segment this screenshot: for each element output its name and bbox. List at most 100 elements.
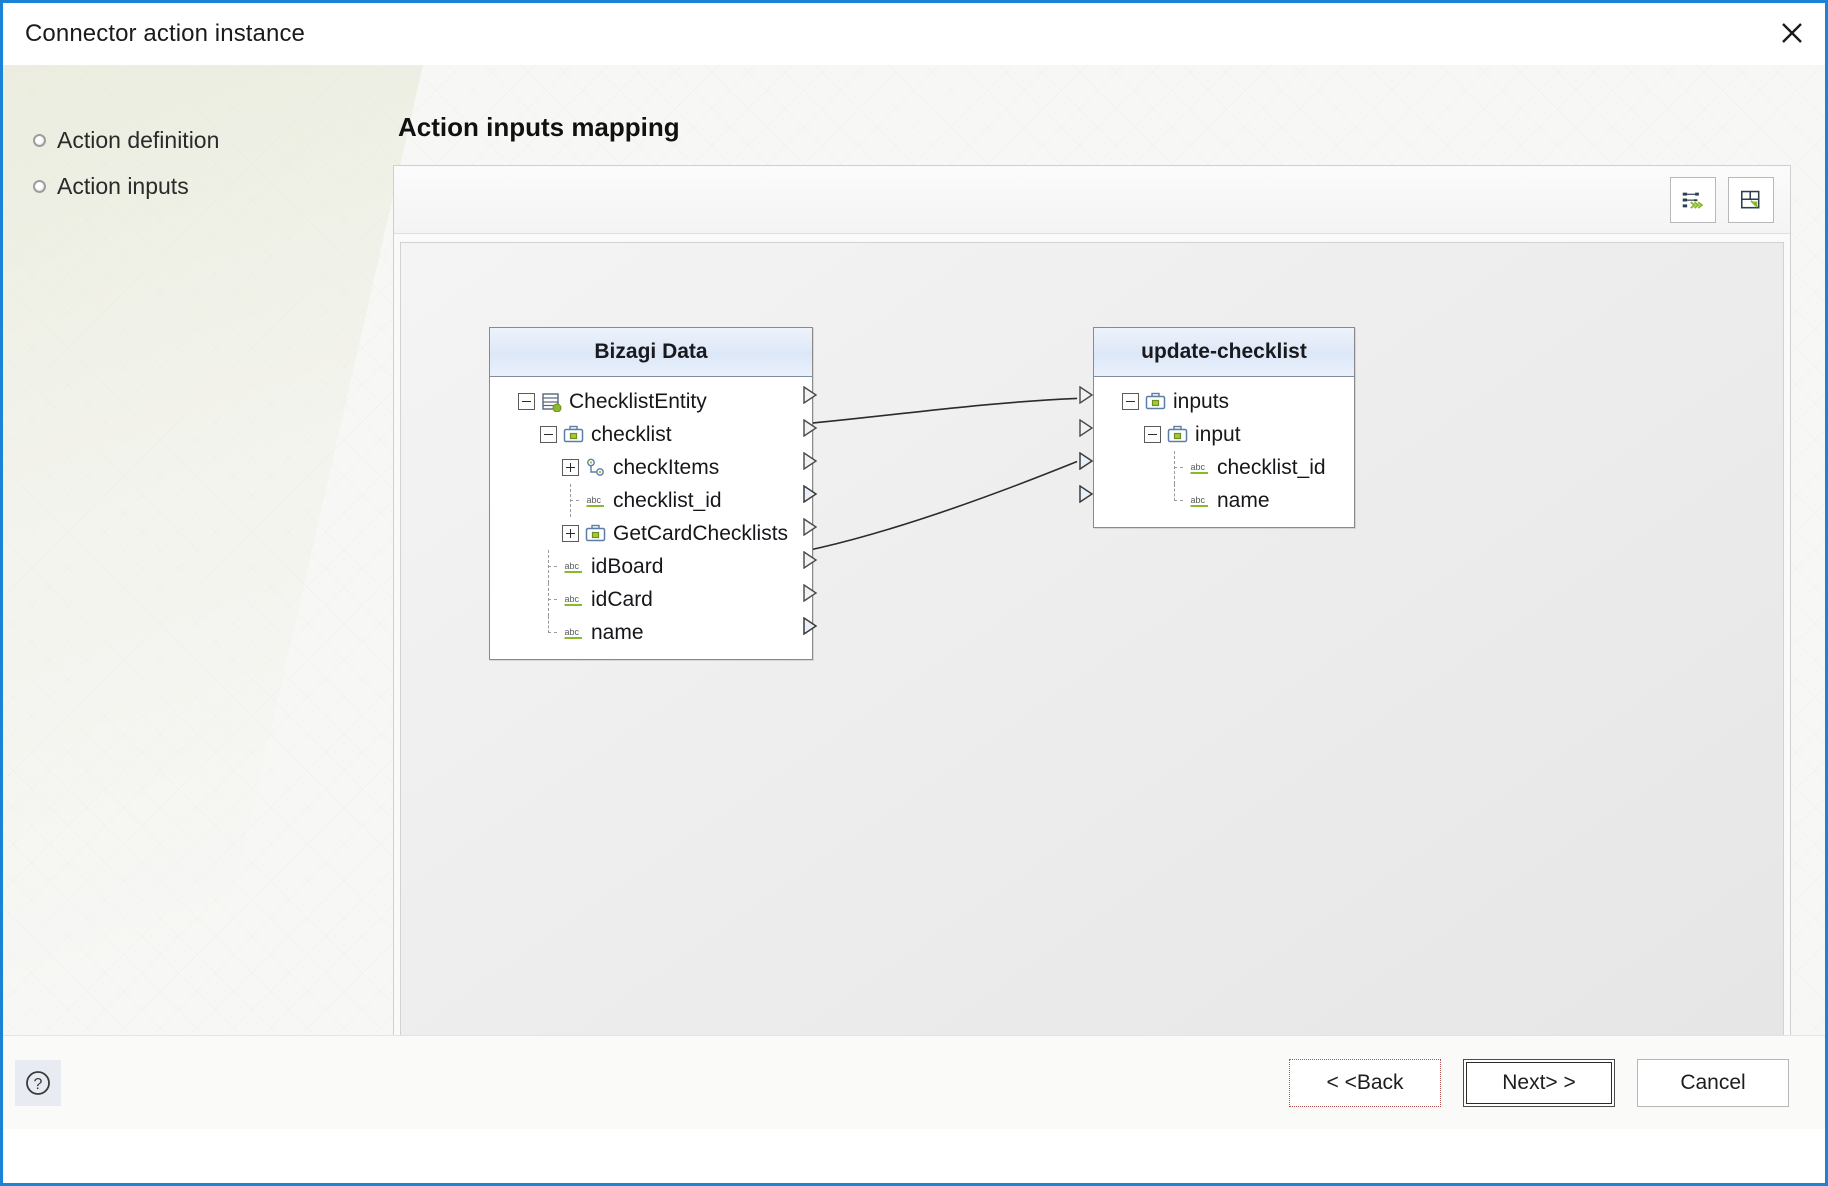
window-titlebar: Connector action instance [3, 3, 1825, 65]
tree-guide [1166, 484, 1183, 517]
arrange-layout-button[interactable] [1728, 176, 1774, 223]
collection-icon [1167, 425, 1188, 442]
connector-action-instance-window: Connector action instance Action definit… [0, 0, 1828, 1186]
close-icon[interactable] [1759, 3, 1825, 62]
source-port-checklist[interactable] [802, 418, 818, 442]
tree-row-input[interactable]: input [1094, 418, 1354, 451]
target-port-checklist-id[interactable] [1078, 451, 1094, 475]
tree-row-label: checkItems [613, 455, 720, 479]
tree-row-label: name [591, 620, 644, 644]
tree-row-label: checklist_id [613, 488, 722, 512]
svg-text:abc: abc [1191, 462, 1206, 472]
source-port-checklistentity[interactable] [802, 385, 818, 409]
collection-icon [1145, 392, 1166, 409]
collection-icon [585, 524, 606, 541]
window-title: Connector action instance [25, 20, 305, 47]
collection-icon [563, 425, 584, 442]
tree-guide [540, 550, 557, 583]
tree-row-idcard[interactable]: abc idCard [490, 583, 812, 616]
source-port-idboard[interactable] [802, 550, 818, 574]
cancel-button[interactable]: Cancel [1637, 1058, 1789, 1107]
tree-guide [1166, 451, 1183, 484]
abc-icon: abc [1190, 495, 1208, 507]
auto-map-button[interactable] [1670, 176, 1716, 223]
abc-icon: abc [586, 495, 604, 507]
tree-row-idboard[interactable]: abc idBoard [490, 550, 812, 583]
mapper-toolbar [394, 166, 1790, 234]
svg-text:abc: abc [1191, 495, 1206, 505]
tree-row-checkitems[interactable]: checkItems [490, 451, 812, 484]
tree-row-label: checklist_id [1217, 455, 1326, 479]
source-tree-rows: ChecklistEntity checklist checkItems abc… [490, 377, 812, 659]
dialog-content: Action definition Action inputs Action i… [3, 65, 1825, 1129]
target-port-name[interactable] [1078, 484, 1094, 508]
collapse-toggle-icon[interactable] [1122, 393, 1139, 410]
source-panel-title: Bizagi Data [490, 328, 812, 377]
tree-guide [540, 616, 557, 649]
main-region: Action inputs mapping Bizagi Data Checkl… [393, 65, 1791, 1129]
svg-text:abc: abc [565, 561, 580, 571]
help-circle-icon[interactable]: ? [15, 1059, 61, 1106]
relation-icon [587, 458, 604, 476]
source-port-checkitems[interactable] [802, 451, 818, 475]
tree-row-label: checklist [591, 422, 672, 446]
target-tree-rows: inputs input abc checklist_id abc name [1094, 377, 1354, 527]
next-button[interactable]: Next> > [1463, 1058, 1615, 1107]
arrange-layout-icon [1741, 190, 1760, 208]
tree-row-name[interactable]: abc name [490, 616, 812, 649]
svg-text:abc: abc [587, 495, 602, 505]
tree-row-label: name [1217, 488, 1270, 512]
tree-row-getcardchecklists[interactable]: GetCardChecklists [490, 517, 812, 550]
target-tree-panel: update-checklist inputs input abc checkl… [1079, 327, 1355, 528]
source-port-name[interactable] [802, 616, 818, 640]
tree-row-target-name[interactable]: abc name [1094, 484, 1354, 517]
tree-guide [540, 583, 557, 616]
tree-row-target-checklist-id[interactable]: abc checklist_id [1094, 451, 1354, 484]
tree-row-label: ChecklistEntity [569, 389, 707, 413]
expand-toggle-icon[interactable] [562, 459, 579, 476]
abc-icon: abc [564, 561, 582, 573]
radio-bullet-icon [33, 133, 46, 147]
expand-toggle-icon[interactable] [562, 525, 579, 542]
svg-text:?: ? [34, 1076, 43, 1093]
target-port-inputs[interactable] [1078, 385, 1094, 409]
source-port-getcardchecklists[interactable] [802, 517, 818, 541]
tree-row-checklist[interactable]: checklist [490, 418, 812, 451]
wizard-steps-sidebar: Action definition Action inputs [3, 65, 333, 209]
tree-row-checklist-id[interactable]: abc checklist_id [490, 484, 812, 517]
tree-row-label: inputs [1173, 389, 1230, 413]
sidebar-item-action-inputs[interactable]: Action inputs [3, 163, 333, 209]
collapse-toggle-icon[interactable] [540, 426, 557, 443]
abc-icon: abc [564, 627, 582, 639]
radio-bullet-icon [33, 179, 46, 193]
mapping-canvas[interactable]: Bizagi Data ChecklistEntity checklist ch… [400, 242, 1784, 1046]
collapse-toggle-icon[interactable] [518, 393, 535, 410]
target-port-input[interactable] [1078, 418, 1094, 442]
back-button[interactable]: < <Back [1289, 1058, 1441, 1107]
auto-map-icon [1682, 192, 1704, 209]
sidebar-item-label: Action inputs [57, 172, 189, 199]
sidebar-item-label: Action definition [57, 126, 220, 153]
tree-row-label: idCard [591, 587, 653, 611]
dialog-footer: ? < <Back Next> > Cancel [3, 1035, 1825, 1129]
target-panel-title: update-checklist [1094, 328, 1354, 377]
tree-row-label: input [1195, 422, 1241, 446]
svg-text:abc: abc [565, 627, 580, 637]
source-port-idcard[interactable] [802, 583, 818, 607]
source-port-checklist-id[interactable] [802, 484, 818, 508]
tree-row-inputs[interactable]: inputs [1094, 385, 1354, 418]
sidebar-item-action-definition[interactable]: Action definition [3, 117, 333, 163]
tree-row-label: idBoard [591, 554, 664, 578]
abc-icon: abc [564, 594, 582, 606]
abc-icon: abc [1190, 462, 1208, 474]
source-tree-panel: Bizagi Data ChecklistEntity checklist ch… [489, 327, 818, 660]
entity-icon [542, 392, 562, 412]
mapping-panel: Bizagi Data ChecklistEntity checklist ch… [393, 165, 1791, 1067]
footer-buttons: < <Back Next> > Cancel [1289, 1058, 1789, 1107]
tree-guide [562, 484, 579, 517]
svg-text:abc: abc [565, 594, 580, 604]
tree-row-checklistentity[interactable]: ChecklistEntity [490, 385, 812, 418]
page-title: Action inputs mapping [398, 112, 680, 142]
collapse-toggle-icon[interactable] [1144, 426, 1161, 443]
tree-row-label: GetCardChecklists [613, 521, 789, 545]
